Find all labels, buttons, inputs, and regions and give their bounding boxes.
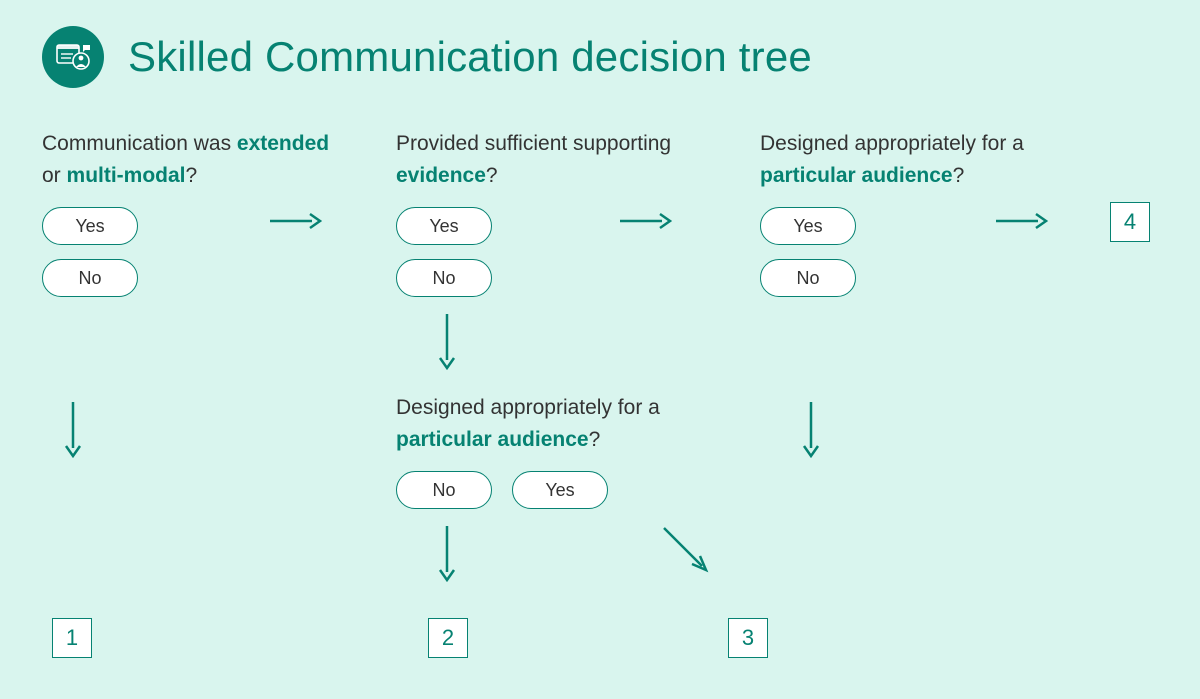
- result-3: 3: [728, 618, 768, 658]
- arrow-diagonal-icon: [658, 522, 718, 582]
- q3-yes-button[interactable]: Yes: [760, 207, 856, 245]
- question-audience-mid: Designed appropriately for a particular …: [396, 392, 706, 509]
- q3-no-button[interactable]: No: [760, 259, 856, 297]
- q1-no-button[interactable]: No: [42, 259, 138, 297]
- arrow-down-icon: [62, 400, 84, 458]
- arrow-down-icon: [800, 400, 822, 458]
- q4-yes-button[interactable]: Yes: [512, 471, 608, 509]
- q2-yes-button[interactable]: Yes: [396, 207, 492, 245]
- question-text: Designed appropriately for a particular …: [760, 128, 1070, 191]
- q4-no-button[interactable]: No: [396, 471, 492, 509]
- arrow-right-icon: [268, 210, 322, 232]
- arrow-down-icon: [436, 524, 458, 582]
- q1-yes-button[interactable]: Yes: [42, 207, 138, 245]
- result-2: 2: [428, 618, 468, 658]
- page-title: Skilled Communication decision tree: [128, 33, 812, 81]
- arrow-down-icon: [436, 312, 458, 370]
- header: Skilled Communication decision tree: [0, 0, 1200, 88]
- result-1: 1: [52, 618, 92, 658]
- result-4: 4: [1110, 202, 1150, 242]
- arrow-right-icon: [618, 210, 672, 232]
- question-text: Provided sufficient supporting evidence?: [396, 128, 696, 191]
- question-text: Communication was extended or multi-moda…: [42, 128, 342, 191]
- communication-icon: [42, 26, 104, 88]
- arrow-right-icon: [994, 210, 1048, 232]
- question-text: Designed appropriately for a particular …: [396, 392, 706, 455]
- q2-no-button[interactable]: No: [396, 259, 492, 297]
